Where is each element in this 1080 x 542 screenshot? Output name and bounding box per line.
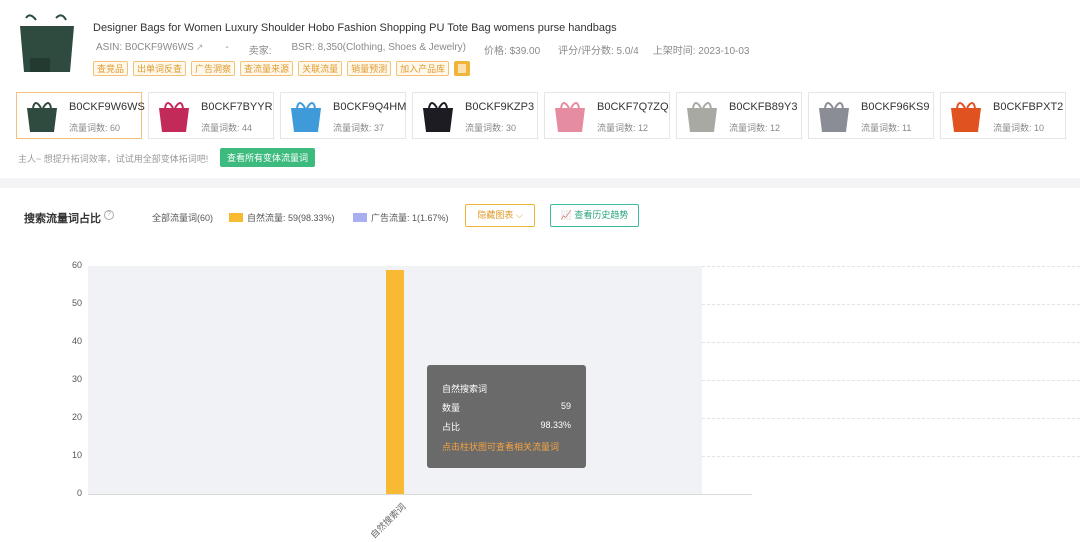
tag-ad-insight[interactable]: 广告洞察 bbox=[191, 61, 236, 76]
variant-asin: B0CKF7BYYR bbox=[201, 101, 273, 113]
view-all-variant-keywords-button[interactable]: 查看所有变体流量词 bbox=[220, 148, 316, 167]
variant-image bbox=[951, 102, 981, 132]
variant-keyword-count: 流量词数: 60 bbox=[69, 123, 121, 133]
variant-asin: B0CKF7Q7ZQ bbox=[597, 101, 669, 113]
variant-card[interactable]: B0CKF9KZP3 流量词数: 30 bbox=[412, 92, 538, 139]
y-tick-label: 40 bbox=[71, 336, 82, 346]
variant-card[interactable]: B0CKF96KS9 流量词数: 11 bbox=[808, 92, 934, 139]
bar-organic-search[interactable] bbox=[386, 269, 404, 494]
asin-label: ASIN: B0CKF9W6WS bbox=[96, 42, 194, 53]
variant-keyword-count: 流量词数: 12 bbox=[729, 123, 781, 133]
grid-line bbox=[702, 456, 1080, 457]
section-divider bbox=[0, 178, 1080, 188]
launch-date-label: 上架时间: 2023-10-03 bbox=[652, 46, 750, 57]
y-tick-label: 60 bbox=[71, 260, 82, 270]
variant-image bbox=[555, 102, 585, 132]
variant-keyword-count: 流量词数: 12 bbox=[597, 123, 649, 133]
hint-text: 主人~ 想提升拓词效率，试试用全部变体拓词吧! bbox=[18, 154, 209, 164]
x-tick-label: 自然搜索词 bbox=[368, 501, 408, 541]
variant-image bbox=[291, 102, 321, 132]
product-image bbox=[20, 14, 74, 72]
chart-title: 搜索流量词占比 bbox=[24, 213, 101, 225]
chart-tooltip: 自然搜索词 数量 59 占比 98.33% 点击柱状图可查看相关流量词 bbox=[427, 365, 586, 468]
tooltip-view-keywords-link[interactable]: 点击柱状图可查看相关流量词 bbox=[442, 440, 559, 453]
variant-image bbox=[27, 102, 57, 132]
grid-line bbox=[702, 380, 1080, 381]
variant-list: B0CKF9W6WS 流量词数: 60 B0CKF7BYYR 流量词数: 44 B0CK… bbox=[16, 92, 1066, 139]
variant-image bbox=[687, 102, 717, 132]
view-history-trend-label: 查看历史趋势 bbox=[574, 210, 629, 220]
variant-keyword-count: 流量词数: 10 bbox=[993, 123, 1045, 133]
variant-image bbox=[159, 102, 189, 132]
tooltip-ratio-label: 占比 bbox=[442, 422, 461, 432]
y-tick-label: 0 bbox=[76, 488, 82, 498]
variant-asin: B0CKF9KZP3 bbox=[465, 101, 535, 113]
view-history-trend-button[interactable]: 📈 查看历史趋势 bbox=[550, 204, 639, 227]
trend-chart-icon: 📈 bbox=[560, 210, 572, 220]
action-tags: 查竞品 出单词反查 广告洞察 查流量来源 关联流量 销量预测 加入产品库 bbox=[93, 61, 471, 76]
tooltip-count-value: 59 bbox=[560, 401, 571, 411]
variant-asin: B0CKFB89Y3 bbox=[729, 101, 798, 113]
variant-keyword-count: 流量词数: 11 bbox=[861, 123, 912, 133]
product-header: Designer Bags for Women Luxury Shoulder … bbox=[0, 0, 1080, 178]
tag-add-to-library[interactable]: 加入产品库 bbox=[396, 61, 450, 76]
grid-line bbox=[702, 304, 1080, 305]
variant-card[interactable]: B0CKF7BYYR 流量词数: 44 bbox=[148, 92, 274, 139]
variant-card[interactable]: B0CKF7Q7ZQ 流量词数: 12 bbox=[544, 92, 670, 139]
price-label: 价格: $39.00 bbox=[484, 46, 541, 57]
variant-card[interactable]: B0CKF9W6WS 流量词数: 60 bbox=[16, 92, 145, 139]
variant-keyword-count: 流量词数: 37 bbox=[333, 123, 385, 133]
tag-traffic-source[interactable]: 查流量来源 bbox=[240, 61, 294, 76]
tooltip-ratio-value: 98.33% bbox=[540, 420, 571, 430]
legend-ad-swatch bbox=[353, 213, 367, 222]
legend-all-keywords[interactable]: 全部流量词(60) bbox=[152, 211, 213, 224]
legend-organic-label: 自然流量: 59(98.33%) bbox=[247, 213, 335, 223]
seller-label: 卖家: bbox=[248, 46, 272, 57]
bsr-label: BSR: 8,350(Clothing, Shoes & Jewelry) bbox=[291, 42, 467, 53]
legend-ad[interactable]: 广告流量: 1(1.67%) bbox=[353, 211, 449, 224]
external-link-icon[interactable]: ↗ bbox=[196, 42, 204, 57]
legend-ad-label: 广告流量: 1(1.67%) bbox=[371, 213, 449, 223]
help-icon[interactable]: ? bbox=[104, 210, 114, 220]
x-axis-line bbox=[88, 494, 752, 495]
variant-asin: B0CKF9Q4HM bbox=[333, 101, 407, 113]
grid-line bbox=[702, 342, 1080, 343]
variant-card[interactable]: B0CKF9Q4HM 流量词数: 37 bbox=[280, 92, 406, 139]
tag-related-traffic[interactable]: 关联流量 bbox=[298, 61, 343, 76]
variant-asin: B0CKF9W6WS bbox=[69, 101, 145, 113]
tooltip-title: 自然搜索词 bbox=[442, 384, 488, 394]
tag-competitors[interactable]: 查竞品 bbox=[93, 61, 129, 76]
hide-chart-button[interactable]: 隐藏图表 ⌵ bbox=[465, 204, 535, 227]
variant-card[interactable]: B0CKFBPXT2 流量词数: 10 bbox=[940, 92, 1066, 139]
variant-asin: B0CKFBPXT2 bbox=[993, 101, 1064, 113]
tooltip-count-label: 数量 bbox=[442, 403, 461, 413]
y-tick-label: 10 bbox=[71, 450, 82, 460]
y-tick-label: 20 bbox=[71, 412, 82, 422]
product-meta: ASIN: B0CKF9W6WS ↗ - 卖家: BSR: 8,350(Clot… bbox=[96, 42, 749, 57]
variant-keyword-count: 流量词数: 30 bbox=[465, 123, 517, 133]
grid-line bbox=[702, 266, 1080, 267]
seller-value: - bbox=[225, 42, 229, 53]
legend-organic-swatch bbox=[229, 213, 243, 222]
variant-keyword-count: 流量词数: 44 bbox=[201, 123, 253, 133]
rating-label: 评分/评分数: 5.0/4 bbox=[558, 46, 639, 57]
tag-sales-forecast[interactable]: 销量预测 bbox=[347, 61, 392, 76]
y-tick-label: 50 bbox=[71, 298, 82, 308]
variant-image bbox=[423, 102, 453, 132]
legend-organic[interactable]: 自然流量: 59(98.33%) bbox=[229, 211, 335, 224]
grid-line bbox=[702, 418, 1080, 419]
variant-image bbox=[819, 102, 849, 132]
notebook-icon[interactable] bbox=[454, 61, 471, 76]
variant-card[interactable]: B0CKFB89Y3 流量词数: 12 bbox=[676, 92, 802, 139]
product-title: Designer Bags for Women Luxury Shoulder … bbox=[93, 22, 617, 34]
tag-order-keywords[interactable]: 出单词反查 bbox=[133, 61, 187, 76]
y-tick-label: 30 bbox=[71, 374, 82, 384]
variant-asin: B0CKF96KS9 bbox=[861, 101, 930, 113]
